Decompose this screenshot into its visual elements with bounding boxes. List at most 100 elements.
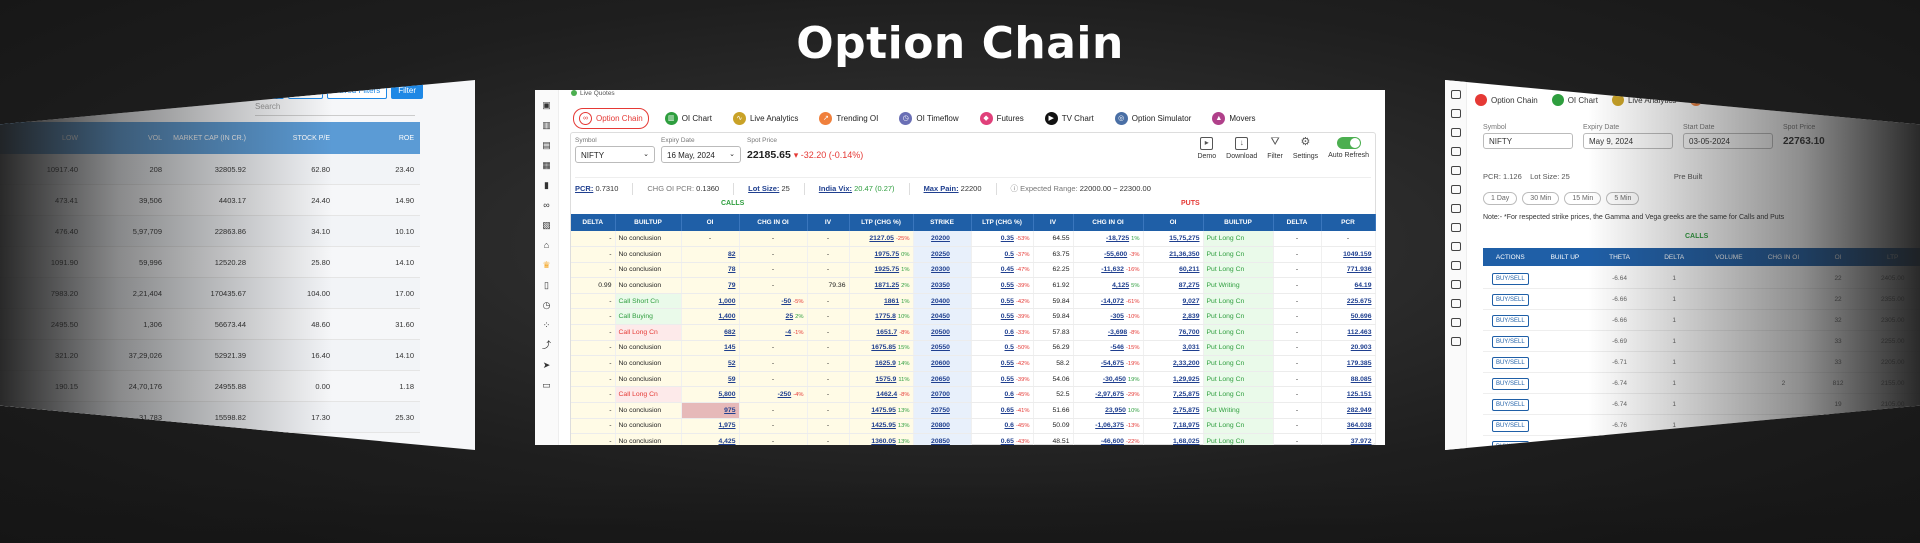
tab-option-simulator[interactable]: ◎ Option Simulator xyxy=(1110,109,1197,128)
table-row[interactable]: 3821.25 79,768 10145.51 xyxy=(0,433,420,451)
call-ltp[interactable]: 2127.05 -25% xyxy=(849,231,914,248)
put-chg-oi[interactable]: -1,06,375 -13% xyxy=(1073,418,1144,435)
time-chip[interactable]: 15 Min xyxy=(1564,192,1602,205)
prebuilt-label[interactable]: Pre Built xyxy=(1674,172,1702,181)
column-header[interactable]: CHG IN OI xyxy=(1756,254,1811,261)
put-ltp[interactable]: 0.5 -37% xyxy=(971,246,1034,263)
put-oi[interactable]: 2,839 xyxy=(1143,308,1204,326)
tab-option-chain[interactable]: Option Chain xyxy=(1475,94,1538,106)
put-ltp[interactable]: 0.65 -41% xyxy=(971,402,1034,419)
column-header[interactable]: LTP (CHG %) xyxy=(849,214,914,231)
pcr-value[interactable]: 125.151 xyxy=(1321,386,1376,404)
call-oi[interactable]: 1,400 xyxy=(681,308,740,326)
put-chg-oi[interactable]: -46,600 -22% xyxy=(1073,433,1144,445)
put-chg-oi[interactable]: -2,97,675 -29% xyxy=(1073,386,1144,404)
call-ltp[interactable]: 1425.95 13% xyxy=(849,418,914,435)
table-row[interactable]: 1091.90 59,996 12520.28 25.80 14.10 xyxy=(0,247,420,278)
buy-sell-button[interactable]: BUY/SELL xyxy=(1491,293,1529,306)
call-chg-oi[interactable]: -250 -4% xyxy=(739,386,808,404)
live-quotes-link[interactable]: Live Quotes xyxy=(580,90,615,97)
sidebar-icon[interactable] xyxy=(1450,318,1461,327)
call-chg-oi[interactable]: 25 2% xyxy=(739,308,808,326)
sidebar-icon-link[interactable]: ∞ xyxy=(542,200,552,210)
sidebar-icon[interactable] xyxy=(1450,109,1461,118)
call-oi[interactable]: 5,800 xyxy=(681,386,740,404)
column-header[interactable]: CHG IN OI xyxy=(739,214,808,231)
strike-price[interactable]: 20450 xyxy=(913,308,972,326)
toggle-switch[interactable] xyxy=(1336,137,1361,149)
column-header[interactable]: STOCK P/E xyxy=(252,135,336,142)
maxpain-label[interactable]: Max Pain: xyxy=(924,184,959,193)
column-header[interactable]: LOW xyxy=(0,135,84,142)
put-chg-oi[interactable]: 4,125 5% xyxy=(1073,277,1144,294)
screener-search-input[interactable]: Search xyxy=(255,102,415,116)
sidebar-icon-trend[interactable]: ⤴ xyxy=(542,340,552,350)
strike-price[interactable]: 20800 xyxy=(913,418,972,435)
edit-columns-button[interactable]: Edit Columns xyxy=(222,82,284,99)
put-chg-oi[interactable]: -30,450 19% xyxy=(1073,371,1144,388)
call-ltp[interactable]: 1925.75 1% xyxy=(849,262,914,279)
tab-oi-timeflow[interactable]: ◷ OI Timeflow xyxy=(894,109,963,128)
expiry-select[interactable]: May 9, 2024 xyxy=(1583,133,1673,149)
column-header[interactable]: STRIKE xyxy=(913,214,972,231)
table-row[interactable]: 476.40 5,97,709 22863.86 34.10 10.10 xyxy=(0,216,420,247)
tab-trending-oi[interactable]: Trending OI xyxy=(1690,94,1748,106)
pcr-value[interactable]: 364.038 xyxy=(1321,418,1376,435)
tab-oi-timeflow[interactable]: OI Timeflow xyxy=(1762,94,1821,106)
call-oi[interactable]: 975 xyxy=(681,402,740,419)
lot-label[interactable]: Lot Size: xyxy=(748,184,779,193)
put-oi[interactable]: 15,75,275 xyxy=(1143,231,1204,248)
call-ltp[interactable]: 1360.05 13% xyxy=(849,433,914,445)
strike-price[interactable]: 20650 xyxy=(913,371,972,388)
filter-action-button[interactable]: ⛛ Filter xyxy=(1267,137,1283,161)
buy-sell-button[interactable]: BUY/SELL xyxy=(1491,440,1529,450)
create-watchlist-button[interactable]: Create Watchlist xyxy=(145,82,219,99)
sidebar-icon[interactable] xyxy=(1450,299,1461,308)
table-row[interactable]: 10917.40 208 32805.92 62.80 23.40 xyxy=(0,154,420,185)
call-chg-oi[interactable]: -50 -5% xyxy=(739,293,808,310)
sidebar-icon-book[interactable]: ▯ xyxy=(542,280,552,290)
call-oi[interactable]: 78 xyxy=(681,262,740,279)
sidebar-icon[interactable] xyxy=(1450,185,1461,194)
column-header[interactable]: PCR xyxy=(1321,214,1376,231)
column-header[interactable]: OI xyxy=(681,214,740,231)
sidebar-icon-bars[interactable]: ▦ xyxy=(542,160,552,170)
column-header[interactable]: OI xyxy=(1143,214,1204,231)
put-ltp[interactable]: 0.5 -50% xyxy=(971,340,1034,357)
pcr-value[interactable]: 112.463 xyxy=(1321,324,1376,341)
buy-sell-button[interactable]: BUY/SELL xyxy=(1491,272,1529,285)
put-chg-oi[interactable]: -14,072 -61% xyxy=(1073,293,1144,310)
auto-refresh-toggle[interactable]: Auto Refresh xyxy=(1328,137,1369,159)
call-ltp[interactable]: 1462.4 -8% xyxy=(849,386,914,404)
strike-price[interactable]: 20250 xyxy=(913,246,972,263)
call-ltp[interactable]: 1871.25 2% xyxy=(849,277,914,294)
put-chg-oi[interactable]: -55,600 -3% xyxy=(1073,246,1144,263)
pcr-value[interactable]: 282.949 xyxy=(1321,402,1376,419)
table-row[interactable]: 473.41 39,506 4403.17 24.40 14.90 xyxy=(0,185,420,216)
call-oi[interactable]: 4,425 xyxy=(681,433,740,445)
sidebar-icon-grid[interactable]: ⁘ xyxy=(542,320,552,330)
put-ltp[interactable]: 0.55 -39% xyxy=(971,371,1034,388)
put-oi[interactable]: 1,68,025 xyxy=(1143,433,1204,445)
column-header[interactable]: BUILT UP xyxy=(1538,254,1593,261)
put-ltp[interactable]: 0.6 -45% xyxy=(971,418,1034,435)
tab-trending-oi[interactable]: ↗ Trending OI xyxy=(814,109,883,128)
buy-sell-button[interactable]: BUY/SELL xyxy=(1491,419,1529,432)
column-header[interactable]: DELTA xyxy=(1647,254,1702,261)
column-header[interactable]: OI xyxy=(1811,254,1866,261)
sidebar-icon-clock[interactable]: ◷ xyxy=(542,300,552,310)
call-ltp[interactable]: 1675.85 15% xyxy=(849,340,914,357)
strike-price[interactable]: 20300 xyxy=(913,262,972,279)
column-header[interactable]: IV xyxy=(1033,214,1074,231)
put-chg-oi[interactable]: -546 -15% xyxy=(1073,340,1144,357)
reset-button[interactable]: Reset xyxy=(287,82,323,99)
pcr-value[interactable]: 179.385 xyxy=(1321,355,1376,372)
put-oi[interactable]: 7,18,975 xyxy=(1143,418,1204,435)
strike-price[interactable]: 20350 xyxy=(913,277,972,294)
column-header[interactable]: BUILTUP xyxy=(615,214,682,231)
tab-movers[interactable]: ▲ Movers xyxy=(1207,109,1260,128)
sidebar-icon[interactable] xyxy=(1450,166,1461,175)
column-header[interactable]: THETA xyxy=(1592,254,1647,261)
tab-live-analytics[interactable]: Live Analytics xyxy=(1611,94,1676,106)
tab-futures[interactable]: ◆ Futures xyxy=(975,109,1029,128)
